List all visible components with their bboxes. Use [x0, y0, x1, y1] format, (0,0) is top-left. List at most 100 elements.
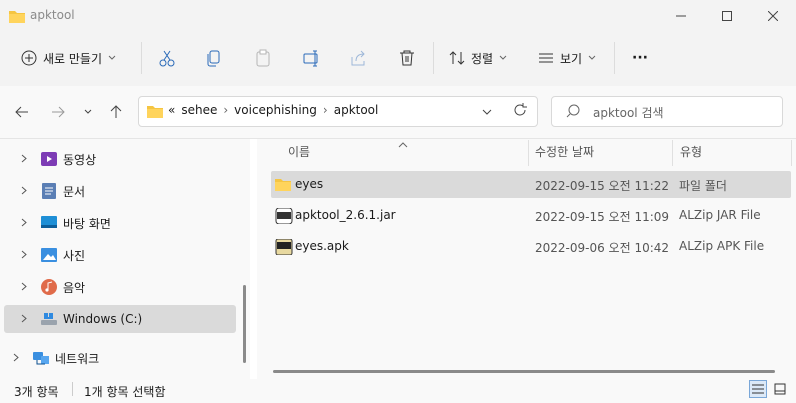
sidebar-scrollbar[interactable] — [243, 285, 246, 363]
sidebar-item[interactable]: 음악 — [4, 273, 236, 301]
file-date: 2022-09-15 오전 11:22 — [535, 179, 670, 193]
breadcrumb-item-sehee[interactable]: sehee — [181, 103, 217, 117]
file-row[interactable]: eyes 2022-09-15 오전 11:22 파일 폴더 — [271, 171, 791, 198]
recent-locations-button[interactable] — [78, 103, 98, 121]
rename-button[interactable] — [303, 46, 321, 70]
minimize-icon — [676, 15, 686, 17]
column-header-name[interactable]: 이름 — [288, 143, 310, 160]
more-icon: ··· — [632, 50, 648, 66]
plus-circle-icon — [21, 50, 37, 66]
sort-icon — [449, 51, 465, 65]
sidebar-item-label: 문서 — [63, 184, 86, 199]
address-history-button[interactable] — [482, 106, 492, 120]
chevron-right-icon[interactable] — [17, 281, 31, 294]
chevron-right-icon[interactable] — [17, 185, 31, 198]
more-button[interactable]: ··· — [632, 46, 648, 70]
file-date: 2022-09-06 오전 10:42 — [535, 241, 670, 255]
delete-button[interactable] — [398, 46, 416, 70]
file-name: eyes.apk — [295, 239, 349, 253]
folder-icon — [147, 104, 163, 121]
column-divider[interactable] — [791, 140, 792, 166]
back-button[interactable] — [12, 103, 32, 121]
column-divider[interactable] — [672, 140, 673, 166]
sidebar-item-label: Windows (C:) — [63, 312, 143, 326]
toolbar-divider — [141, 42, 142, 74]
forward-button[interactable] — [48, 103, 68, 121]
breadcrumb-overflow[interactable]: « — [168, 103, 175, 117]
chevron-right-icon[interactable] — [17, 313, 31, 326]
music-folder-icon — [41, 279, 57, 295]
window-title: apktool — [30, 8, 75, 22]
view-button[interactable]: 보기 — [538, 46, 596, 70]
minimize-button[interactable] — [658, 0, 704, 32]
sidebar-item-label: 동영상 — [63, 152, 97, 167]
close-icon — [768, 11, 778, 21]
share-button[interactable] — [350, 46, 368, 70]
paste-icon — [256, 49, 270, 67]
apk-file-icon — [275, 238, 293, 258]
sidebar-item[interactable]: Windows (C:) — [4, 305, 236, 333]
copy-icon — [207, 50, 220, 67]
item-count: 3개 항목 — [14, 385, 59, 399]
chevron-down-icon — [482, 109, 492, 115]
breadcrumb-separator: › — [322, 103, 328, 117]
selection-count: 1개 항목 선택함 — [84, 385, 166, 399]
chevron-right-icon[interactable] — [17, 153, 31, 166]
horizontal-scrollbar[interactable] — [273, 370, 775, 373]
file-row[interactable]: apktool_2.6.1.jar 2022-09-15 오전 11:09 ALZi… — [271, 202, 791, 229]
maximize-icon — [722, 11, 732, 21]
file-row[interactable]: eyes.apk 2022-09-06 오전 10:42 ALZip APK Fil… — [271, 233, 791, 260]
refresh-button[interactable] — [513, 103, 527, 120]
sidebar-item[interactable]: 네트워크 — [0, 344, 232, 372]
chevron-right-icon[interactable] — [17, 217, 31, 230]
sort-button[interactable]: 정렬 — [449, 46, 507, 70]
close-button[interactable] — [750, 0, 796, 32]
folder-icon — [9, 9, 25, 26]
sort-label: 정렬 — [471, 51, 494, 66]
search-placeholder: apktool 검색 — [593, 106, 664, 120]
cut-button[interactable] — [158, 46, 176, 70]
column-divider[interactable] — [528, 140, 529, 166]
chevron-right-icon[interactable] — [17, 249, 31, 262]
copy-button[interactable] — [205, 46, 223, 70]
documents-folder-icon — [41, 183, 57, 199]
chevron-down-icon — [588, 55, 596, 60]
jar-file-icon — [275, 207, 293, 227]
sidebar-item[interactable]: 문서 — [4, 177, 236, 205]
share-icon — [351, 50, 365, 66]
new-button[interactable]: 새로 만들기 — [21, 46, 116, 70]
sidebar-item-label: 바탕 화면 — [63, 216, 111, 231]
delete-icon — [400, 50, 414, 66]
video-folder-icon — [41, 151, 57, 167]
toolbar-divider — [614, 42, 615, 74]
up-button[interactable] — [106, 103, 126, 121]
sidebar-item[interactable]: 사진 — [4, 241, 236, 269]
file-type: ALZip APK File — [679, 239, 765, 253]
chevron-right-icon[interactable] — [9, 352, 23, 365]
sidebar-item-label: 네트워크 — [55, 351, 100, 366]
details-view-button[interactable] — [749, 380, 767, 398]
paste-button[interactable] — [254, 46, 272, 70]
new-label: 새로 만들기 — [43, 51, 103, 66]
cut-icon — [159, 50, 175, 67]
sidebar-item[interactable]: 바탕 화면 — [4, 209, 236, 237]
arrow-right-icon — [52, 106, 65, 118]
breadcrumb-item-apktool[interactable]: apktool — [334, 103, 379, 117]
column-header-type[interactable]: 유형 — [680, 143, 702, 160]
breadcrumb-item-voicephishing[interactable]: voicephishing — [234, 103, 317, 117]
breadcrumb: « sehee › voicephishing › apktool — [168, 103, 378, 117]
sort-ascending-indicator-icon — [398, 137, 408, 151]
file-date: 2022-09-15 오전 11:09 — [535, 210, 670, 224]
drive-icon — [41, 311, 57, 327]
file-type: ALZip JAR File — [679, 208, 761, 222]
tiles-view-icon — [774, 383, 786, 395]
search-box[interactable] — [551, 96, 783, 127]
arrow-left-icon — [15, 106, 28, 118]
chevron-down-icon — [108, 55, 116, 60]
column-header-date[interactable]: 수정한 날짜 — [535, 143, 594, 160]
status-divider — [72, 382, 73, 396]
large-icons-view-button[interactable] — [771, 380, 789, 398]
folder-icon — [275, 177, 291, 194]
sidebar-item[interactable]: 동영상 — [4, 145, 236, 173]
maximize-button[interactable] — [704, 0, 750, 32]
